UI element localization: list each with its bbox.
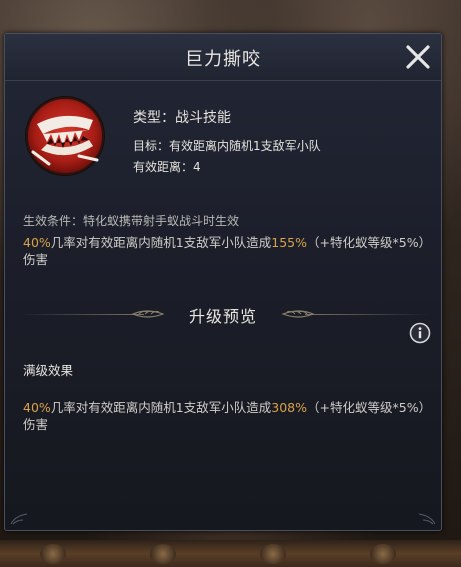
description-text: 几率对有效距离内随机1支敌军小队造成: [50, 400, 272, 415]
chance-value: 40%: [23, 400, 51, 415]
skill-type-value: 战斗技能: [175, 110, 231, 126]
bottom-scene-strip: [0, 540, 461, 567]
skill-condition: 生效条件：特化蚁携带射手蚁战斗时生效: [23, 214, 240, 228]
upgrade-preview-title: 升级预览: [188, 307, 257, 326]
dialog-title-bar: 巨力撕咬: [5, 34, 441, 81]
skill-detail-dialog: 巨力撕咬 类型：战斗技能 目标：有效距离内随机1支敌军小队 有效距离：4 生效条…: [4, 33, 442, 531]
skill-target-label: 目标：: [133, 139, 170, 153]
damage-value: 155%: [271, 235, 308, 250]
corner-ornament-icon: [10, 513, 28, 525]
scene-decoration: [40, 544, 66, 564]
scene-decoration: [150, 544, 176, 564]
scene-decoration: [370, 544, 396, 564]
info-icon: [409, 322, 431, 344]
info-button[interactable]: [409, 322, 431, 344]
skill-description: 40%几率对有效距离内随机1支敌军小队造成155%（+特化蚁等级*5%）伤害: [23, 234, 433, 268]
skill-target: 目标：有效距离内随机1支敌军小队: [133, 137, 321, 154]
max-level-label: 满级效果: [23, 363, 74, 378]
skill-type-label: 类型：: [133, 110, 175, 126]
skill-range-label: 有效距离：: [133, 160, 194, 174]
skill-range-value: 4: [193, 160, 201, 174]
description-text: 几率对有效距离内随机1支敌军小队造成: [50, 235, 272, 250]
skill-type: 类型：战斗技能: [133, 107, 231, 127]
close-button[interactable]: [403, 42, 433, 72]
skill-range: 有效距离：4: [133, 158, 201, 175]
max-level-description: 40%几率对有效距离内随机1支敌军小队造成308%（+特化蚁等级*5%）伤害: [23, 399, 433, 433]
skill-target-value: 有效距离内随机1支敌军小队: [169, 139, 321, 153]
damage-value: 308%: [271, 400, 308, 415]
close-icon: [406, 45, 430, 69]
corner-ornament-icon: [418, 513, 436, 525]
skill-icon: [23, 94, 107, 178]
chance-value: 40%: [23, 235, 51, 250]
scene-decoration: [260, 544, 286, 564]
dialog-title: 巨力撕咬: [185, 49, 261, 70]
jaws-bite-icon: [25, 96, 105, 176]
